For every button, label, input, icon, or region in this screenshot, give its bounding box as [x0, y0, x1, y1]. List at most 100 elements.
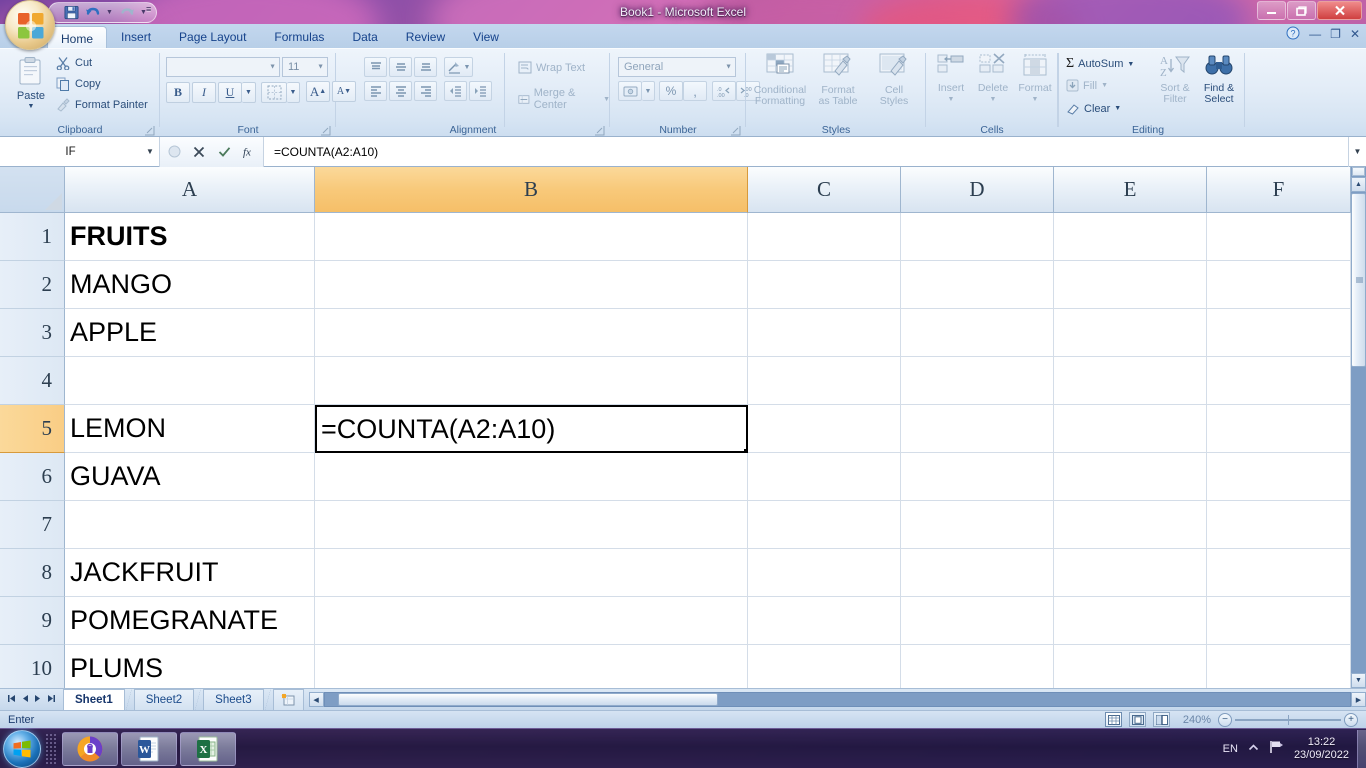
zoom-track[interactable] — [1235, 714, 1341, 725]
cell-b3[interactable] — [315, 309, 748, 357]
insert-worksheet-button[interactable] — [272, 689, 304, 710]
cell-e4[interactable] — [1054, 357, 1207, 405]
cell-e3[interactable] — [1054, 309, 1207, 357]
cell-d1[interactable] — [901, 213, 1054, 261]
sheet-tab-sheet1[interactable]: Sheet1 — [63, 689, 125, 710]
customize-qat-icon[interactable]: ≡ — [146, 4, 151, 14]
row-header-10[interactable]: 10 — [0, 645, 65, 693]
tab-formulas[interactable]: Formulas — [260, 24, 338, 48]
paste-button[interactable]: Paste ▼ — [8, 53, 54, 117]
tab-home[interactable]: Home — [47, 26, 108, 49]
cell-b10[interactable] — [315, 645, 748, 693]
formula-input[interactable]: =COUNTA(A2:A10) — [264, 137, 1348, 167]
row-header-1[interactable]: 1 — [0, 213, 65, 261]
cell-e6[interactable] — [1054, 453, 1207, 501]
excel-taskbar-item[interactable]: X — [180, 731, 236, 766]
autosum-button[interactable]: Σ AutoSum ▼ — [1066, 56, 1134, 72]
cell-e9[interactable] — [1054, 597, 1207, 645]
font-size-input[interactable]: 11 ▼ — [282, 57, 328, 77]
clipboard-dialog-launcher[interactable] — [144, 124, 155, 136]
word-taskbar-item[interactable]: W — [121, 731, 177, 766]
tab-data[interactable]: Data — [338, 24, 391, 48]
select-all-corner[interactable] — [0, 167, 65, 213]
cell-b5-active-editing[interactable]: =COUNTA(A2:A10) — [315, 405, 748, 453]
fill-dropdown-icon[interactable]: ▼ — [1101, 82, 1108, 89]
wrap-text-button[interactable]: Wrap Text — [518, 61, 585, 74]
cell-a10[interactable]: PLUMS — [65, 645, 315, 693]
align-left-button[interactable] — [364, 81, 387, 101]
cell-a9[interactable]: POMEGRANATE — [65, 597, 315, 645]
name-box[interactable]: IF ▼ — [0, 136, 160, 167]
cell-b8[interactable] — [315, 549, 748, 597]
cell-styles-button[interactable]: Cell Styles — [866, 53, 922, 115]
paste-dropdown-icon[interactable]: ▼ — [28, 103, 35, 110]
column-header-c[interactable]: C — [748, 167, 901, 213]
vertical-scrollbar[interactable]: ▲ ▼ — [1351, 167, 1366, 688]
horizontal-scroll-thumb[interactable] — [337, 693, 718, 706]
borders-button[interactable] — [261, 82, 287, 103]
align-right-button[interactable] — [414, 81, 437, 101]
language-indicator[interactable]: EN — [1223, 743, 1238, 755]
normal-view-button[interactable] — [1105, 712, 1122, 727]
row-header-6[interactable]: 6 — [0, 453, 65, 501]
prev-sheet-button[interactable] — [21, 694, 29, 705]
number-format-dropdown-icon[interactable]: ▼ — [725, 64, 732, 71]
cell-c3[interactable] — [748, 309, 901, 357]
format-as-table-button[interactable]: Format as Table — [810, 53, 866, 115]
column-header-a[interactable]: A — [65, 167, 315, 213]
cell-b7[interactable] — [315, 501, 748, 549]
name-box-dropdown-icon[interactable]: ▼ — [141, 147, 159, 156]
next-sheet-button[interactable] — [34, 694, 42, 705]
close-workbook-icon[interactable]: ✕ — [1350, 28, 1360, 40]
page-break-view-button[interactable] — [1153, 712, 1170, 727]
clear-button[interactable]: Clear ▼ — [1066, 102, 1121, 115]
cell-f10[interactable] — [1207, 645, 1351, 693]
show-desktop-button[interactable] — [1357, 729, 1366, 768]
font-name-dropdown-icon[interactable]: ▼ — [269, 64, 276, 71]
minimize-button[interactable] — [1257, 1, 1286, 20]
font-name-input[interactable]: ▼ — [166, 57, 280, 77]
row-header-3[interactable]: 3 — [0, 309, 65, 357]
cell-e2[interactable] — [1054, 261, 1207, 309]
cell-f4[interactable] — [1207, 357, 1351, 405]
delete-cells-button[interactable]: Delete ▼ — [972, 53, 1014, 115]
format-painter-button[interactable]: Format Painter — [56, 98, 148, 112]
align-bottom-button[interactable] — [414, 57, 437, 77]
cell-b2[interactable] — [315, 261, 748, 309]
row-header-2[interactable]: 2 — [0, 261, 65, 309]
tab-view[interactable]: View — [459, 24, 513, 48]
sheet-tab-sheet2[interactable]: Sheet2 — [133, 689, 195, 710]
cell-f6[interactable] — [1207, 453, 1351, 501]
cell-e8[interactable] — [1054, 549, 1207, 597]
row-header-9[interactable]: 9 — [0, 597, 65, 645]
clock[interactable]: 13:22 23/09/2022 — [1294, 736, 1349, 762]
row-header-4[interactable]: 4 — [0, 357, 65, 405]
bold-button[interactable]: B — [166, 82, 190, 103]
action-center-flag-icon[interactable] — [1269, 740, 1284, 757]
column-header-e[interactable]: E — [1054, 167, 1207, 213]
insert-cells-button[interactable]: Insert ▼ — [930, 53, 972, 115]
grow-font-button[interactable]: A ▲ — [306, 81, 330, 102]
save-icon[interactable] — [63, 4, 80, 21]
cell-a5[interactable]: LEMON — [65, 405, 315, 453]
split-box[interactable] — [1352, 167, 1365, 176]
row-header-7[interactable]: 7 — [0, 501, 65, 549]
row-header-8[interactable]: 8 — [0, 549, 65, 597]
tab-insert[interactable]: Insert — [107, 24, 165, 48]
copy-button[interactable]: Copy — [56, 77, 101, 91]
fill-button[interactable]: Fill ▼ — [1066, 79, 1108, 92]
cell-f7[interactable] — [1207, 501, 1351, 549]
cell-a2[interactable]: MANGO — [65, 261, 315, 309]
align-top-button[interactable] — [364, 57, 387, 77]
cell-e5[interactable] — [1054, 405, 1207, 453]
first-sheet-button[interactable] — [7, 694, 16, 705]
number-dialog-launcher[interactable] — [730, 124, 741, 136]
cell-f2[interactable] — [1207, 261, 1351, 309]
cell-c6[interactable] — [748, 453, 901, 501]
cell-a6[interactable]: GUAVA — [65, 453, 315, 501]
cell-f5[interactable] — [1207, 405, 1351, 453]
zoom-slider[interactable]: − + — [1218, 712, 1358, 727]
italic-button[interactable]: I — [192, 82, 216, 103]
close-button[interactable] — [1317, 1, 1362, 20]
confirm-icon[interactable] — [216, 143, 232, 161]
